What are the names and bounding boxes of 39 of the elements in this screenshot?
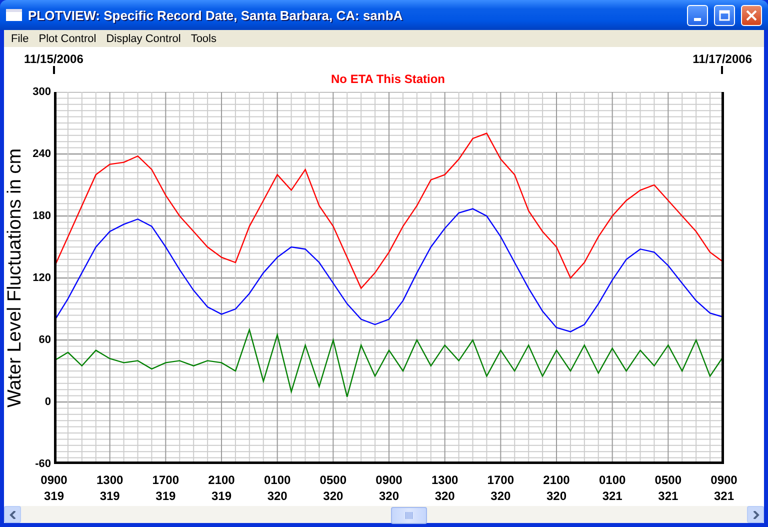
y-tick-label: 180 — [32, 209, 51, 223]
close-icon — [746, 10, 757, 20]
y-axis-title: Water Level Fluctuations in cm — [5, 148, 27, 408]
menu-item[interactable]: File — [6, 32, 34, 44]
maximize-icon — [719, 10, 730, 20]
x-tick-label: 0900 319 — [40, 472, 68, 504]
minimize-icon — [694, 18, 701, 20]
y-tick-label: 0 — [44, 395, 51, 409]
x-tick-label: 1700 319 — [151, 472, 180, 504]
x-tick-label: 0900 320 — [374, 472, 404, 504]
y-tick-label: 300 — [32, 85, 51, 99]
x-tick-label: 1300 320 — [430, 472, 460, 504]
close-button[interactable] — [741, 4, 762, 26]
end-date: 11/17/2006 — [692, 52, 752, 66]
x-tick-label: 0100 320 — [262, 472, 292, 504]
x-tick-label: 2100 319 — [207, 472, 236, 504]
x-tick-label: 1300 319 — [95, 472, 124, 504]
y-tick-label: 120 — [32, 271, 51, 285]
x-tick-label: 1700 320 — [486, 472, 515, 504]
y-tick-label: -60 — [35, 457, 51, 471]
x-tick-label: 0100 321 — [598, 472, 627, 504]
menu-item[interactable]: Tools — [186, 32, 222, 44]
maximize-button[interactable] — [714, 4, 735, 26]
x-tick-label: 0900 321 — [710, 472, 738, 504]
y-tick-label: 240 — [32, 147, 51, 161]
x-tick-label: 2100 320 — [542, 472, 571, 504]
menu-item[interactable]: Display Control — [101, 32, 186, 44]
scroll-left-button[interactable] — [4, 506, 21, 523]
window-icon — [6, 9, 22, 21]
scrollbar-thumb[interactable] — [391, 507, 427, 524]
scroll-right-button[interactable] — [747, 506, 764, 523]
start-date: 11/15/2006 — [24, 52, 84, 66]
y-tick-label: 60 — [38, 333, 51, 347]
minimize-button[interactable] — [687, 4, 708, 26]
x-tick-label: 0500 321 — [654, 472, 682, 504]
chart-title: No ETA This Station — [331, 72, 445, 86]
menu-item[interactable]: Plot Control — [34, 32, 102, 44]
x-tick-label: 0500 320 — [318, 472, 348, 504]
window-title: PLOTVIEW: Specific Record Date, Santa Barbara, CA: sanbA — [28, 8, 404, 22]
